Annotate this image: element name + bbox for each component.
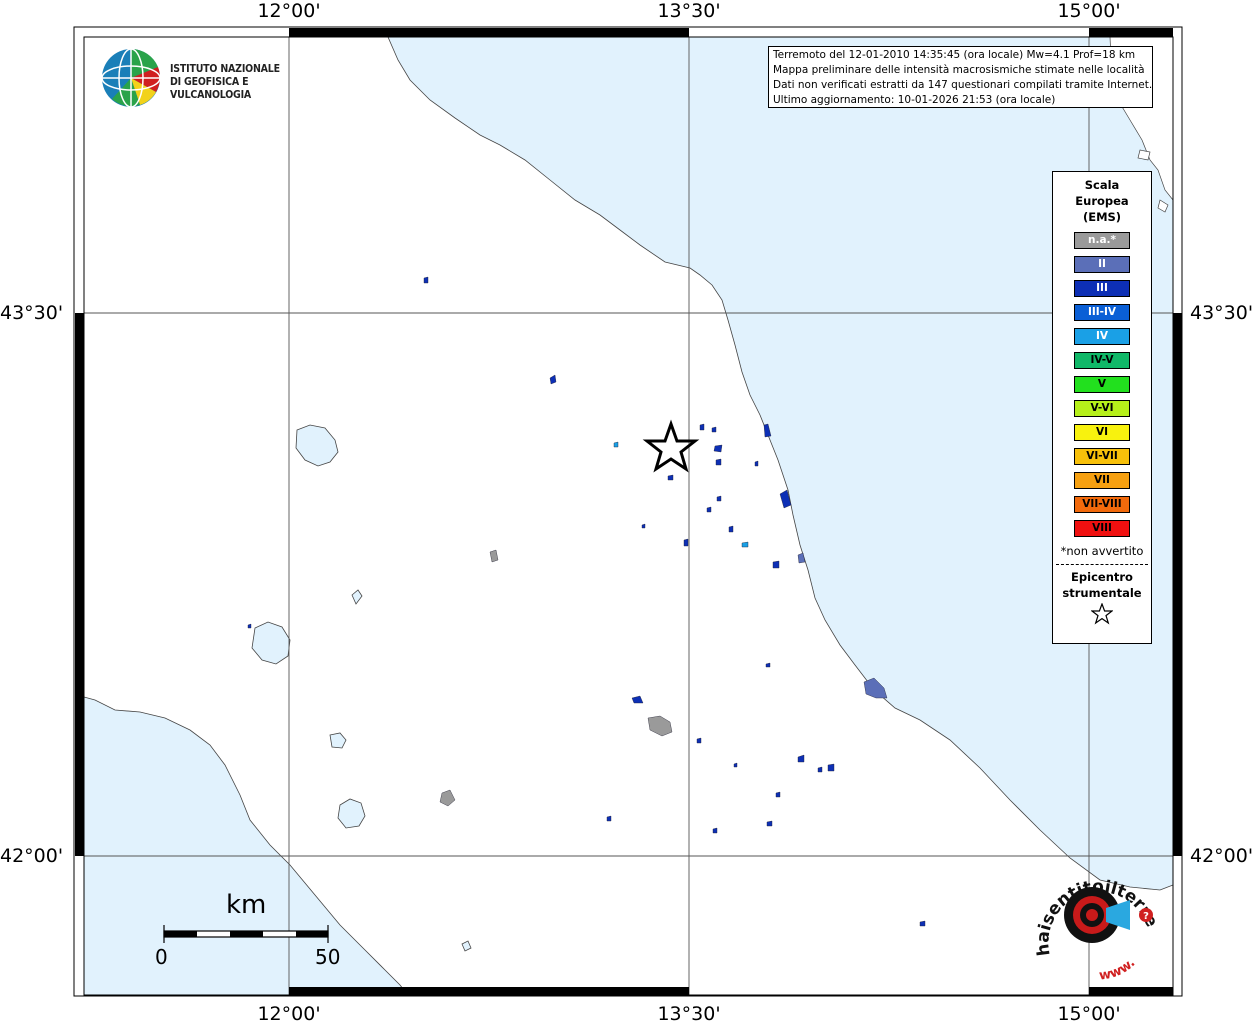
patch-locality [728, 525, 734, 533]
legend-swatches: n.a.* II III III-IV IV IV-V V V-VI VI VI-VII VII VI… [1053, 232, 1151, 537]
axis-label-bottom-1: 12°00' [257, 1003, 321, 1025]
lake-bracciano [337, 798, 366, 829]
svg-text:www.: www. [1098, 956, 1138, 980]
legend-swatch: V [1074, 376, 1130, 393]
lake-bolsena [251, 621, 291, 665]
axis-label-top-1: 12°00' [257, 0, 321, 22]
axis-label-right-2: 42°00' [1190, 845, 1254, 867]
patch-locality [699, 423, 705, 431]
legend-divider [1056, 564, 1148, 565]
legend-swatch: VIII [1074, 520, 1130, 537]
legend-swatch: II [1074, 256, 1130, 273]
info-line-3: Dati non verificati estratti da 147 ques… [773, 79, 1153, 91]
lake-piediluco [351, 589, 363, 605]
earthquake-info-box: Terremoto del 12-01-2010 14:35:45 (ora l… [768, 46, 1153, 108]
scale-bar-end: 50 [315, 945, 341, 969]
ingv-name: ISTITUTO NAZIONALE DI GEOFISICA E VULCAN… [170, 63, 320, 102]
legend-swatch: VI-VII [1074, 448, 1130, 465]
legend-title-line2: Europea [1075, 194, 1129, 208]
legend-title-line3: (EMS) [1082, 210, 1122, 224]
lake-trasimeno [295, 424, 339, 467]
patch-locality [797, 754, 805, 763]
legend-swatch: n.a.* [1074, 232, 1130, 249]
legend-swatch: III-IV [1074, 304, 1130, 321]
scale-bar: km 0 50 [150, 890, 350, 970]
svg-text:?: ? [1143, 911, 1149, 922]
ems-legend: Scala Europea (EMS) n.a.* II III III-IV IV IV… [1052, 171, 1152, 644]
patch-locality [683, 538, 689, 547]
sea-areas [83, 36, 1174, 996]
patch-locality [733, 762, 738, 768]
ingv-name-line2: DI GEOFISICA E VULCANOLOGIA [170, 76, 252, 101]
legend-epicenter-title: Epicentro strumentale [1053, 569, 1151, 601]
haisentito-target-icon: ? [1064, 887, 1153, 943]
patch-locality [667, 474, 674, 481]
info-line-2: Mappa preliminare delle intensità macros… [773, 64, 1145, 76]
patch-locality [423, 276, 429, 284]
axis-label-top-3: 15°00' [1057, 0, 1121, 22]
lake-small-south [461, 940, 472, 952]
patch-locality [919, 920, 926, 927]
axis-label-top-2: 13°30' [657, 0, 721, 22]
patch-locality [772, 560, 780, 569]
patch-locality [716, 495, 722, 502]
patch-locality [647, 715, 673, 737]
legend-swatch: IV [1074, 328, 1130, 345]
patch-locality [439, 789, 456, 807]
patch-locality [715, 458, 722, 466]
info-line-1: Terremoto del 12-01-2010 14:35:45 (ora l… [773, 49, 1136, 61]
ingv-globe-icon [101, 48, 161, 108]
axis-label-bottom-2: 13°30' [657, 1003, 721, 1025]
axis-label-left-1: 43°30' [0, 302, 64, 324]
axis-label-right-1: 43°30' [1190, 302, 1254, 324]
haisentito-www: www. [1098, 956, 1138, 984]
scale-bar-start: 0 [155, 945, 168, 969]
legend-title-line1: Scala [1084, 178, 1120, 192]
legend-title: Scala Europea (EMS) [1053, 177, 1151, 225]
legend-swatch: V-VI [1074, 400, 1130, 417]
legend-swatch: IV-V [1074, 352, 1130, 369]
legend-swatch: III [1074, 280, 1130, 297]
ingv-name-line1: ISTITUTO NAZIONALE [170, 63, 280, 75]
patch-locality [613, 441, 619, 448]
patch-locality [696, 737, 702, 744]
axis-label-left-2: 42°00' [0, 845, 64, 867]
lake-vico [329, 732, 347, 749]
patch-locality [549, 374, 557, 385]
patch-locality [827, 763, 835, 772]
patch-locality [711, 426, 717, 433]
ingv-logo: ISTITUTO NAZIONALE DI GEOFISICA E VULCAN… [100, 47, 320, 111]
legend-swatch: VII [1074, 472, 1130, 489]
axis-label-bottom-3: 15°00' [1057, 1003, 1121, 1025]
patch-locality [766, 820, 773, 827]
patch-locality [712, 827, 718, 834]
patch-locality [606, 815, 612, 822]
patch-locality [489, 549, 499, 563]
patch-locality [754, 460, 759, 467]
patch-locality [765, 662, 771, 668]
patch-locality [706, 506, 712, 513]
haisentito-logo: haisentitoilterremoto.it www. ? [1021, 845, 1170, 984]
scale-bar-unit: km [226, 890, 267, 920]
patch-locality [741, 541, 749, 548]
legend-not-felt-note: *non avvertito [1060, 544, 1144, 558]
epicenter-star [642, 419, 700, 473]
legend-swatch: VI [1074, 424, 1130, 441]
patch-locality [641, 523, 646, 529]
patch-locality [713, 444, 723, 453]
patch-locality [775, 791, 781, 798]
legend-epicenter-line1: Epicentro [1071, 570, 1133, 584]
legend-swatch: VII-VIII [1074, 496, 1130, 513]
info-line-4: Ultimo aggiornamento: 10-01-2026 21:53 (… [773, 94, 1056, 106]
croatia-island-1 [1137, 149, 1151, 161]
legend-epicenter-star-icon [1053, 602, 1151, 629]
patch-locality [247, 623, 252, 629]
patch-locality [631, 695, 644, 704]
patch-locality [817, 766, 823, 773]
legend-epicenter-line2: strumentale [1062, 586, 1142, 600]
